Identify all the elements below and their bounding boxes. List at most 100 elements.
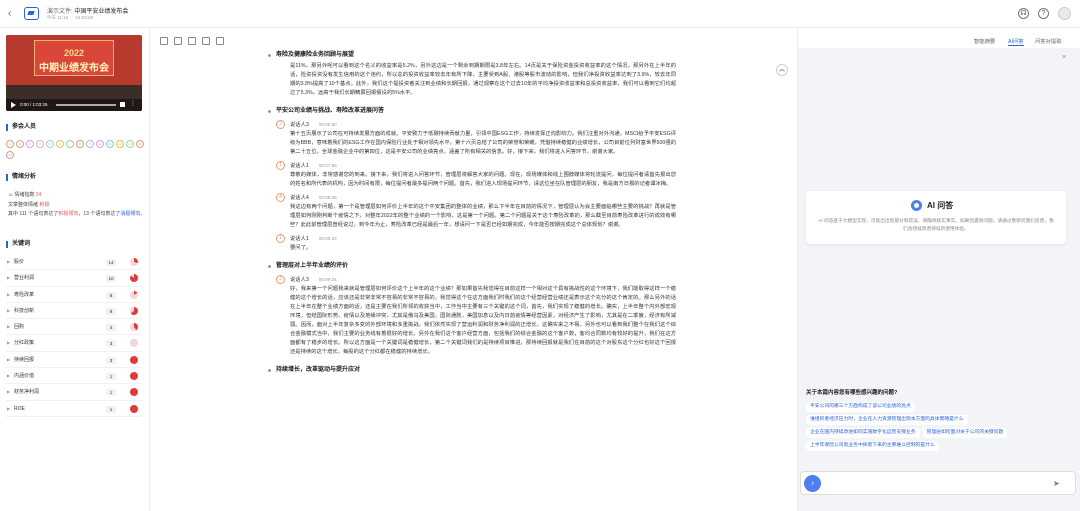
participant-avatar[interactable]: 2 — [16, 140, 24, 148]
section-heading[interactable]: 平安公司业绩与挑战、寿险改革进展问答 — [268, 106, 676, 116]
speaker-header: 说话人3 00:09:24 — [290, 275, 676, 285]
sentiment-title: 情绪分析 — [6, 174, 36, 181]
keyword-row[interactable]: ▶ 财务净利润 1 — [6, 384, 142, 401]
keyword-row[interactable]: ▶ 持续回报 3 — [6, 352, 142, 369]
keyword-row[interactable]: ▶ 寿险改革 8 — [6, 287, 142, 303]
speaker-avatar-icon: 4 — [276, 193, 285, 202]
suggested-question-chip[interactable]: 平安公司的哪三个方面构成了该公司业绩的亮点 — [806, 402, 915, 412]
smile-icon: ☺ — [8, 192, 14, 198]
participant-avatar[interactable]: 10 — [96, 140, 104, 148]
expand-arrow-icon[interactable]: ▶ — [7, 319, 10, 335]
video-player[interactable]: 2022 中期业绩发布会 0:00 / 1:03:26 ⋮ — [6, 35, 142, 111]
keyword-sentiment-pie — [130, 372, 138, 381]
participant-avatar[interactable]: 9 — [86, 140, 94, 148]
section-heading[interactable]: 管理层对上半年业绩的评价 — [268, 261, 676, 271]
keyword-row[interactable]: ▶ 股价 14 — [6, 254, 142, 271]
keyword-row[interactable]: ▶ 分红政策 3 — [6, 335, 142, 352]
participant-avatar[interactable]: 8 — [76, 140, 84, 148]
section-heading[interactable]: 寿险及健康险业务回顾与展望 — [268, 50, 676, 60]
collapse-up-icon[interactable]: ︽ — [776, 64, 788, 76]
expand-arrow-icon[interactable]: ▶ — [7, 254, 10, 270]
headset-icon[interactable]: ☊ — [1018, 8, 1029, 19]
user-avatar[interactable] — [1058, 7, 1071, 20]
keyword-row[interactable]: ▶ 营业利润 10 — [6, 270, 142, 287]
ai-description: AI 问答基于大模型实现，可能出出现部分和错误，请确保核实事实。如果您遇到问题，… — [818, 218, 1054, 231]
question-input[interactable] — [825, 476, 1045, 491]
expand-arrow-icon[interactable]: ▶ — [7, 270, 10, 286]
keyword-name: 寿险改革 — [14, 291, 35, 298]
summary-negative: 消极倾向 — [120, 211, 141, 217]
participant-avatar[interactable]: 5 — [46, 140, 54, 148]
export-icon[interactable] — [188, 37, 196, 45]
participant-avatar[interactable]: 13 — [126, 140, 134, 148]
participant-avatar[interactable]: 3 — [26, 140, 34, 148]
speaker-timestamp[interactable]: 00:06:50 — [319, 122, 337, 127]
keyword-count: 1 — [106, 373, 116, 381]
participant-avatar[interactable]: 11 — [106, 140, 114, 148]
suggested-question-chip[interactable]: 管理层如何面对关于公司的关键问题 — [922, 428, 1008, 438]
expand-arrow-icon[interactable]: ▶ — [7, 368, 10, 384]
speaker-timestamp[interactable]: 00:09:24 — [319, 277, 337, 282]
section-dot-icon — [268, 110, 271, 113]
more-icon[interactable]: ⋮ — [130, 100, 136, 107]
transcript-panel: ︽ 寿险及健康险业务回顾与展望 是11%，那另外呢可以看到这个名义的收益率是5.2… — [150, 28, 798, 511]
keyword-name: 分红政策 — [14, 340, 35, 347]
expand-arrow-icon[interactable]: ▶ — [7, 401, 10, 417]
section-dot-icon — [268, 54, 271, 57]
participant-avatar[interactable]: 6 — [56, 140, 64, 148]
suggested-question-chip[interactable]: 谁组织者经济压力时，企业在人力资源管理出现本方面的具体策略是什么 — [806, 415, 968, 425]
keyword-count: 4 — [106, 324, 116, 332]
keyword-count: 3 — [106, 340, 116, 348]
keyword-list: ▶ 股价 14 ▶ 营业利润 10 ▶ 寿险改革 8 ▶ 科技创新 9 ▶ 回购 4 ▶ 分红政策 3 ▶ 持续回报 3… — [6, 254, 142, 417]
participant-avatar[interactable]: 14 — [136, 140, 144, 148]
speaker-timestamp[interactable]: 00:08:36 — [319, 195, 337, 200]
participant-avatar[interactable]: 7 — [66, 140, 74, 148]
expand-arrow-icon[interactable]: ▶ — [7, 352, 10, 368]
video-time: 0:00 / 1:03:26 — [20, 102, 48, 107]
participant-avatar[interactable]: 12 — [116, 140, 124, 148]
participant-avatar[interactable]: 15 — [6, 151, 14, 159]
expand-arrow-icon[interactable]: ▶ — [7, 335, 10, 351]
speaker-timestamp[interactable]: 00:09:23 — [319, 236, 337, 241]
list-icon[interactable] — [174, 37, 182, 45]
volume-icon[interactable] — [120, 102, 125, 107]
video-progress-bar[interactable] — [56, 104, 116, 106]
keyword-row[interactable]: ▶ 内涵价值 1 — [6, 368, 142, 385]
loop-icon[interactable] — [202, 37, 210, 45]
keyword-row[interactable]: ▶ 科技创新 9 — [6, 303, 142, 320]
speaker-block: 1 说话人1 00:09:23 要问了。 — [276, 234, 676, 253]
expand-arrow-icon[interactable]: ▶ — [7, 303, 10, 319]
doc-date: 今天 11:15 — [47, 15, 69, 20]
back-icon[interactable]: ‹ — [8, 9, 11, 19]
ai-panel-tab[interactable]: 智能摘要 — [974, 37, 995, 45]
suggested-question-chip[interactable]: 上半年保险公司就业务中探索下来的主要难以控制的是什么 — [806, 441, 939, 451]
participant-avatar[interactable]: 4 — [36, 140, 44, 148]
keyword-count: 1 — [106, 405, 116, 413]
send-icon[interactable]: ➤ — [1053, 478, 1065, 489]
help-icon[interactable]: ? — [1038, 8, 1049, 19]
copy-icon[interactable] — [216, 37, 224, 45]
play-icon[interactable] — [11, 102, 16, 108]
voice-input-icon[interactable]: ♪ — [804, 475, 821, 492]
expand-arrow-icon[interactable]: ▶ — [7, 287, 10, 303]
keyword-row[interactable]: ▶ ROE 1 — [6, 401, 142, 417]
keyword-row[interactable]: ▶ 回购 4 — [6, 319, 142, 336]
speaker-avatar-icon: 3 — [276, 275, 285, 284]
expand-arrow-icon[interactable]: ▶ — [7, 384, 10, 400]
ai-panel: 智能摘要 AI问答 问答对提取 × AI 问答 AI 问答基于大模型实现，可能出出现… — [798, 28, 1080, 511]
ai-panel-tab[interactable]: 问答对提取 — [1035, 37, 1062, 45]
keyword-sentiment-pie — [130, 404, 138, 413]
sentiment-summary: 其中 111 个语句表达了积极倾向，13 个语句表达了消极倾向。 — [8, 210, 146, 218]
keyword-sentiment-pie — [130, 323, 138, 332]
keyword-sentiment-pie — [130, 339, 138, 348]
close-icon[interactable]: × — [1062, 54, 1066, 61]
suggested-question-chip[interactable]: 企业在国内持续改进如何实施数字化运营支撑业务 — [806, 428, 920, 438]
doc-icon[interactable] — [160, 37, 168, 45]
section-heading[interactable]: 持续增长，改革驱动与提升应对 — [268, 365, 676, 375]
ai-panel-tab[interactable]: AI问答 — [1008, 37, 1024, 46]
keyword-name: 持续回报 — [14, 356, 35, 363]
ai-intro-card: AI 问答 AI 问答基于大模型实现，可能出出现部分和错误，请确保核实事实。如果… — [806, 191, 1066, 244]
participant-avatar[interactable]: 1 — [6, 140, 14, 148]
keyword-name: 股价 — [14, 259, 25, 265]
speaker-timestamp[interactable]: 00:07:56 — [319, 163, 337, 168]
